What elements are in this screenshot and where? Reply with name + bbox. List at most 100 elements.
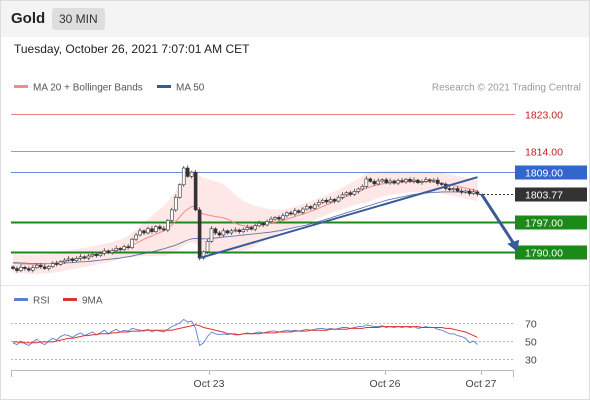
candle-body: [261, 222, 265, 226]
candle-body: [320, 199, 325, 203]
candle-body: [372, 181, 377, 185]
candle-body: [138, 230, 142, 236]
rsi-tick-label: 30: [525, 355, 537, 367]
candle-body: [253, 225, 257, 230]
candle-body: [416, 179, 420, 183]
candle-body: [50, 263, 55, 267]
candle-body: [304, 206, 309, 210]
candle-body: [364, 178, 369, 187]
candle-body: [384, 179, 388, 183]
candle-body: [439, 183, 444, 185]
candle-body: [19, 266, 23, 271]
candle-body: [269, 218, 273, 222]
price-level-label-4: 1797.00: [525, 217, 563, 229]
candle-body: [435, 179, 440, 184]
candle-body: [126, 246, 130, 249]
candle-body: [273, 217, 277, 220]
candle-body: [400, 180, 404, 183]
candle-body: [130, 238, 134, 248]
candle-body: [249, 227, 253, 230]
candle-body: [404, 179, 408, 183]
legend-ma20-label: MA 20 + Bollinger Bands: [33, 83, 143, 94]
candle-body: [94, 253, 99, 256]
candle-body: [78, 256, 83, 259]
candle-body: [170, 209, 174, 221]
candle-body: [38, 264, 43, 268]
legend-ma50-swatch: [157, 85, 171, 88]
candle-body: [241, 229, 246, 232]
candle-body: [193, 171, 198, 211]
rsi-ma9-line: [13, 324, 478, 344]
candle-body: [412, 179, 416, 182]
candle-body: [289, 212, 293, 215]
candle-body: [471, 191, 476, 194]
candle-body: [66, 258, 71, 261]
candle-body: [70, 258, 75, 261]
candle-body: [205, 241, 210, 253]
candle-body: [185, 167, 190, 177]
candle-body: [217, 232, 222, 236]
copyright-label: Research © 2021 Trading Central: [432, 83, 581, 94]
candle-body: [189, 171, 194, 177]
candle-body: [420, 181, 424, 183]
price-level-label-5: 1790.00: [525, 247, 563, 259]
candle-body: [467, 190, 472, 194]
candle-body: [154, 226, 158, 232]
candle-body: [181, 167, 186, 186]
candle-body: [209, 228, 214, 242]
price-level-label-0: 1823.00: [525, 109, 563, 121]
candle-body: [368, 178, 373, 182]
candle-body: [134, 234, 138, 240]
candle-body: [285, 212, 289, 217]
candle-body: [54, 263, 59, 265]
candle-body: [237, 229, 242, 232]
candle-body: [316, 202, 321, 206]
candle-body: [177, 184, 182, 198]
price-level-label-2: 1809.00: [525, 167, 563, 179]
candle-body: [344, 192, 349, 196]
candle-body: [106, 250, 111, 253]
price-level-label-3: 1803.77: [525, 189, 563, 201]
candle-body: [451, 188, 456, 191]
legend-ma9-label: 9MA: [82, 296, 103, 307]
time-axis-label: Oct 23: [194, 378, 225, 390]
candle-body: [463, 190, 468, 193]
candle-body: [360, 186, 365, 190]
legend-rsi-swatch: [14, 298, 28, 301]
candle-body: [62, 259, 67, 263]
candle-body: [90, 253, 95, 257]
legend-ma9-swatch: [63, 298, 77, 301]
legend-rsi-label: RSI: [33, 296, 50, 307]
candle-body: [122, 246, 126, 250]
candle-body: [221, 230, 226, 236]
chart-frame: Gold 30 MIN Tuesday, October 26, 2021 7:…: [0, 0, 590, 400]
candle-body: [340, 194, 345, 198]
candle-body: [376, 180, 381, 185]
candle-body: [162, 228, 166, 231]
rsi-tick-label: 50: [525, 337, 537, 349]
price-level-label-1: 1814.00: [525, 146, 563, 158]
candle-body: [110, 250, 115, 253]
price-levels-layer: 1823.00 1814.00 1809.00 1803.77 1797.00 1790.…: [11, 109, 587, 260]
candle-body: [86, 255, 91, 259]
candle-body: [102, 250, 107, 254]
candle-body: [301, 208, 305, 213]
candle-body: [146, 228, 150, 234]
candle-body: [265, 221, 269, 226]
candle-body: [98, 253, 103, 256]
candle-body: [114, 248, 119, 251]
candle-body: [15, 268, 19, 271]
candle-body: [213, 228, 218, 234]
legend-ma20-swatch: [14, 85, 28, 88]
candle-body: [392, 180, 396, 184]
candle-body: [46, 266, 51, 269]
time-axis: Oct 23 Oct 26 Oct 27: [11, 370, 514, 390]
candle-body: [336, 197, 341, 202]
candle-body: [74, 258, 79, 261]
time-axis-label: Oct 26: [370, 378, 401, 390]
candle-body: [455, 188, 460, 192]
rsi-tick-label: 70: [525, 319, 537, 331]
candle-body: [324, 199, 329, 203]
candle-body: [312, 204, 317, 209]
candle-body: [150, 228, 154, 232]
